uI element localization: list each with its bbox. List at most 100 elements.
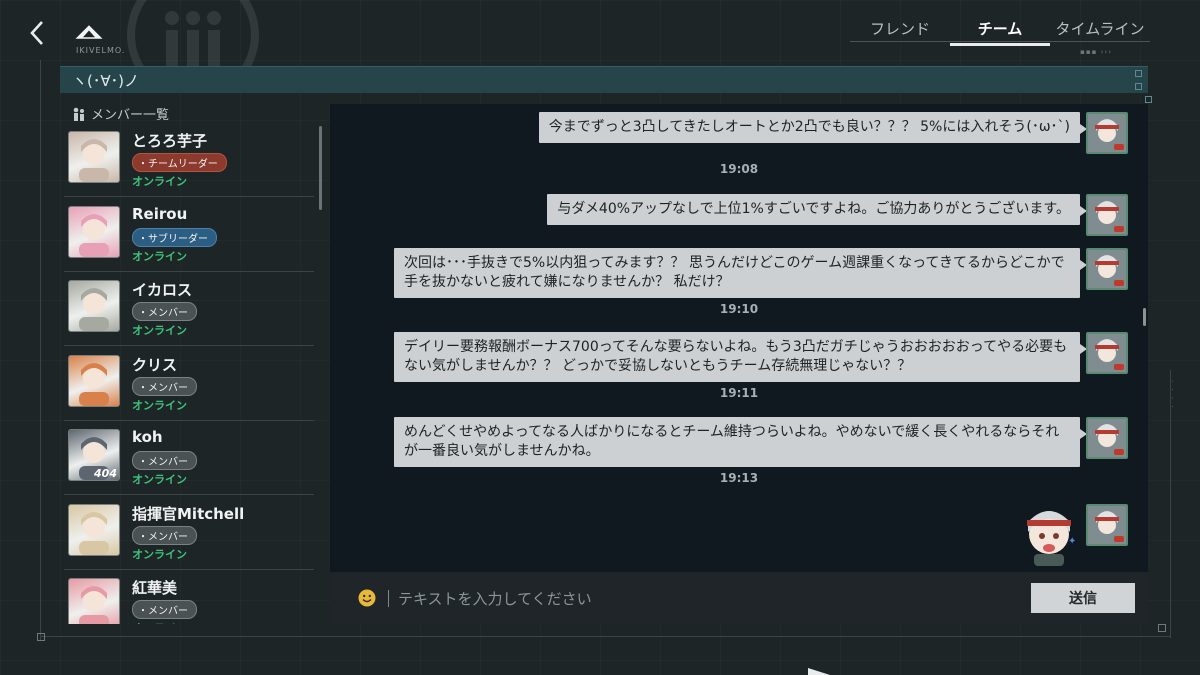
member-row[interactable]: イカロス ・メンバー オンライン <box>64 273 314 346</box>
smiley-icon[interactable] <box>358 589 376 607</box>
frame-corner <box>1158 624 1166 632</box>
character-portrait-icon <box>1088 334 1126 372</box>
member-list[interactable]: とろろ芋子 ・チームリーダー オンライン Reirou ・サブリーダー オンライ… <box>64 124 314 624</box>
character-portrait-icon <box>1088 419 1126 457</box>
brand-logo-text: IKIVELMO. <box>76 46 126 55</box>
top-tabs: フレンド チーム タイムライン <box>850 16 1150 46</box>
character-portrait-icon <box>79 213 109 257</box>
member-list-scrollbar[interactable] <box>319 126 322 210</box>
sender-avatar[interactable] <box>1086 194 1128 236</box>
chat-panel[interactable]: 今までずっと3凸してきたしオートとか2凸でも良い？？？ 5%には入れそう(･ω･… <box>330 96 1152 572</box>
online-status: オンライン <box>132 473 187 486</box>
avatar <box>68 578 120 624</box>
frame-left-line <box>40 60 41 640</box>
message-bubble: 与ダメ40%アップなしで上位1%すごいですよね。ご協力ありがとうございます。 <box>547 194 1087 225</box>
message-bubble: 次回は･･･手抜きで5%以内狙ってみます？？ 思うんだけどこのゲーム週課重くなっ… <box>394 248 1087 298</box>
sender-avatar[interactable] <box>1086 504 1128 546</box>
tab-team[interactable]: チーム <box>950 16 1050 46</box>
tab-decoration: ▪▪▪ ››› <box>1080 48 1112 56</box>
avatar: 404 <box>68 429 120 481</box>
input-separator <box>388 590 389 607</box>
back-button[interactable] <box>22 16 52 50</box>
role-badge: ・チームリーダー <box>132 153 227 172</box>
frame-right-line <box>1170 370 1171 638</box>
member-row[interactable]: クリス ・メンバー オンライン <box>64 348 314 421</box>
frame-corner <box>37 633 45 641</box>
message-timestamp: 19:13 <box>719 471 759 485</box>
member-row[interactable]: 指揮官Mitchell ・メンバー オンライン <box>64 497 314 570</box>
message-input[interactable] <box>396 584 1020 614</box>
tab-timeline[interactable]: タイムライン <box>1050 16 1150 44</box>
member-row[interactable]: Reirou ・サブリーダー オンライン <box>64 199 314 272</box>
sender-avatar[interactable] <box>1086 332 1128 374</box>
send-button[interactable]: 送信 <box>1031 583 1135 613</box>
avatar <box>68 354 120 407</box>
role-badge: ・メンバー <box>132 376 197 396</box>
character-portrait-icon <box>1088 196 1126 234</box>
chat-message: 次回は･･･手抜きで5%以内狙ってみます？？ 思うんだけどこのゲーム週課重くなっ… <box>394 248 1087 298</box>
message-timestamp: 19:11 <box>719 386 759 400</box>
svg-text:✦: ✦ <box>1068 536 1076 547</box>
member-row[interactable]: とろろ芋子 ・チームリーダー オンライン <box>64 124 314 197</box>
online-status: オンライン <box>132 175 187 188</box>
character-portrait-icon <box>79 362 109 406</box>
online-status: オンライン <box>132 620 187 624</box>
avatar <box>68 205 120 258</box>
online-status: オンライン <box>132 324 187 337</box>
message-timestamp: 19:10 <box>719 302 759 316</box>
character-portrait-icon <box>79 139 109 182</box>
sender-avatar[interactable] <box>1086 112 1128 154</box>
header-decoration <box>1135 70 1142 77</box>
member-name: 指揮官Mitchell <box>132 504 245 523</box>
member-name: koh <box>132 428 163 446</box>
member-row[interactable]: 紅華美 ・メンバー オンライン <box>64 571 314 624</box>
character-portrait-icon <box>1088 506 1126 544</box>
brand-logo-icon <box>75 25 103 39</box>
character-portrait-icon <box>79 586 109 624</box>
character-portrait-icon <box>1088 250 1126 288</box>
team-name: ヽ(･∀･)ノ <box>72 72 139 90</box>
member-name: イカロス <box>132 281 193 299</box>
avatar <box>68 503 120 556</box>
chevron-left-icon <box>30 21 43 45</box>
chat-input-bar: 送信 <box>330 572 1148 624</box>
member-row[interactable]: 404 koh ・メンバー オンライン <box>64 422 314 495</box>
chat-message: めんどくせやめよってなる人ばかりになるとチーム維持つらいよね。やめないで緩く長く… <box>394 417 1087 467</box>
message-bubble: 今までずっと3凸してきたしオートとか2凸でも良い？？？ 5%には入れそう(･ω･… <box>538 112 1088 143</box>
cursor-arrow-icon <box>808 668 830 675</box>
character-portrait-icon <box>79 511 109 555</box>
avatar <box>68 280 120 332</box>
member-name: とろろ芋子 <box>132 132 208 150</box>
message-bubble: デイリー要務報酬ボーナス700ってそんな要らないよね。もう3凸だガチじゃうおおお… <box>394 332 1087 382</box>
team-watermark-icon <box>127 0 259 70</box>
chat-message: デイリー要務報酬ボーナス700ってそんな要らないよね。もう3凸だガチじゃうおおお… <box>394 332 1087 382</box>
members-title-label: メンバー一覧 <box>91 108 170 123</box>
role-badge: ・メンバー <box>132 451 197 470</box>
members-icon <box>73 107 84 121</box>
side-decoration: · · · · <box>1168 380 1176 410</box>
member-name: Reirou <box>132 204 188 223</box>
chat-message: 今までずっと3凸してきたしオートとか2凸でも良い？？？ 5%には入れそう(･ω･… <box>538 112 1088 143</box>
role-badge: ・メンバー <box>132 525 197 545</box>
member-name: 紅華美 <box>132 579 178 597</box>
role-badge: ・メンバー <box>132 600 197 619</box>
character-portrait-icon <box>1088 114 1126 152</box>
members-title: メンバー一覧 <box>71 104 169 123</box>
chat-message: 与ダメ40%アップなしで上位1%すごいですよね。ご協力ありがとうございます。 <box>547 194 1087 225</box>
sender-avatar[interactable] <box>1086 248 1128 290</box>
avatar-badge: 404 <box>94 467 117 480</box>
character-portrait-icon <box>79 288 109 331</box>
role-badge: ・メンバー <box>132 302 197 321</box>
frame-bottom-line <box>40 636 1170 637</box>
online-status: オンライン <box>132 547 187 561</box>
message-timestamp: 19:08 <box>719 162 759 176</box>
avatar <box>68 131 120 183</box>
character-sticker-icon: ✦ <box>1027 511 1076 566</box>
member-name: クリス <box>132 355 178 374</box>
tab-friend[interactable]: フレンド <box>850 16 950 44</box>
role-badge: ・サブリーダー <box>132 227 217 247</box>
online-status: オンライン <box>132 249 187 263</box>
sender-avatar[interactable] <box>1086 417 1128 459</box>
header-decoration <box>1135 83 1142 90</box>
tab-divider <box>850 41 1150 42</box>
